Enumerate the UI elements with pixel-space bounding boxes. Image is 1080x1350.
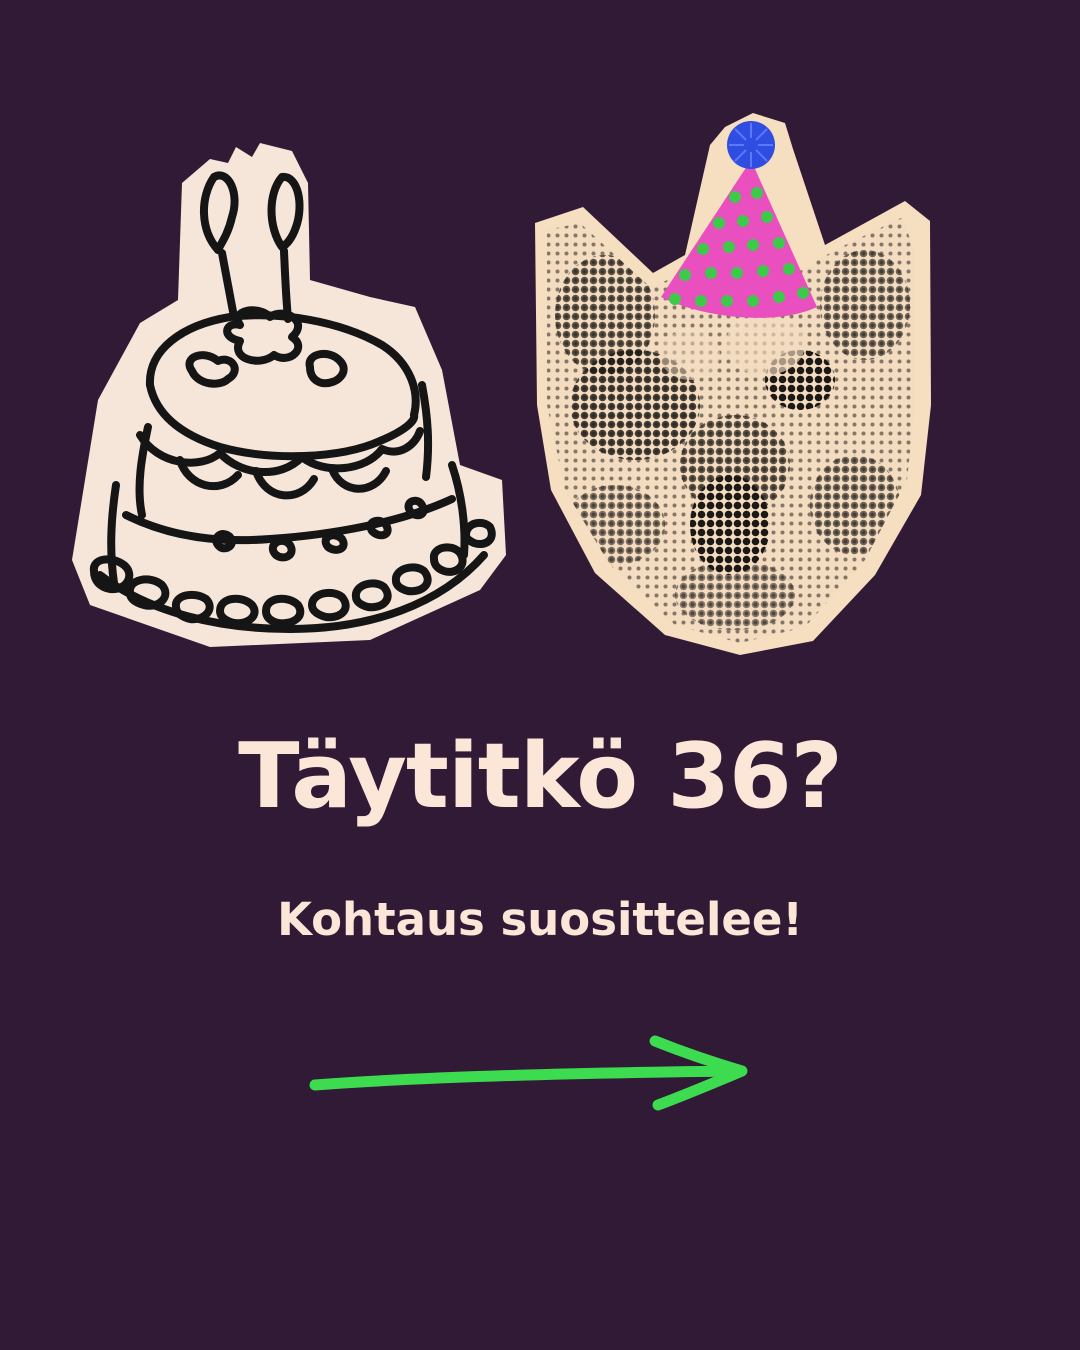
subline: Kohtaus suosittelee!	[277, 893, 803, 946]
cat-party-hat-sticker	[535, 105, 935, 655]
next-arrow[interactable]	[300, 1025, 760, 1125]
headline: Täytitkö 36?	[238, 724, 843, 829]
birthday-cake-sticker	[70, 135, 510, 655]
pompom-icon	[727, 121, 775, 169]
birthday-cake-icon	[72, 143, 506, 647]
cat-with-party-hat-icon	[535, 113, 931, 655]
arrow-right-icon	[309, 1035, 748, 1111]
